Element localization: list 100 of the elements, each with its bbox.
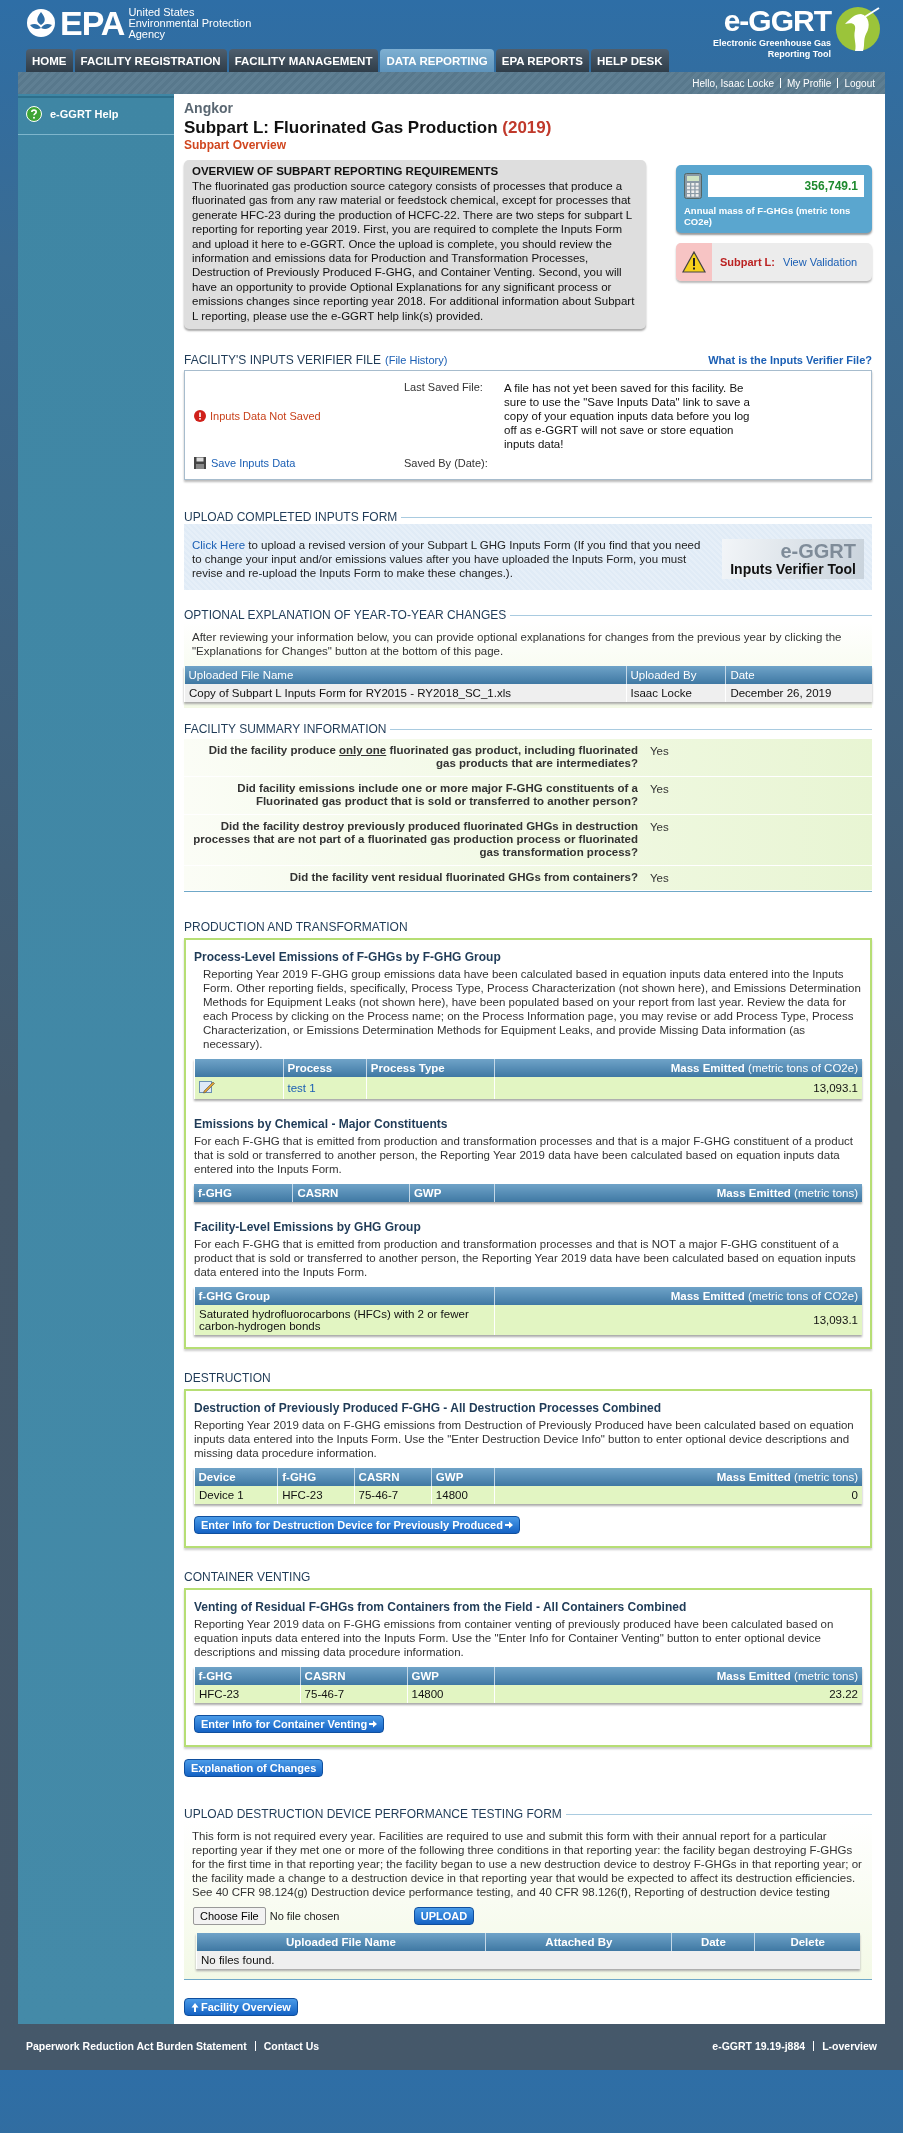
- column-header: Process Type: [366, 1059, 495, 1078]
- summary-question: Did facility emissions include one or more major F-GHG constituents of a Fluorinated gas product that is sold or transferred to another person?: [236, 782, 638, 809]
- column-header: CASRN: [354, 1468, 432, 1487]
- click-here-link[interactable]: Click Here: [192, 539, 246, 552]
- bird-emblem-icon: [833, 4, 883, 54]
- table-cell: December 26, 2019: [725, 684, 872, 703]
- summary-answer: Yes: [650, 782, 669, 798]
- section-text: This form is not required every year. Facilities are required to use and submit this form with their annual report for a particular reporting year if they met one or more of the following three conditions in that reporting year: the facility began destroying F-GHGs for the first time in that reporting year; the facility began to use a new destruction device to destroy F-GHGs in that reporting year; or the facility made a change to a destruction device in that reporting year that would be expected to affect its destruction efficiencies. See 40 CFR 98.124(g) Destruction device performance testing, and 40 CFR 98.126(f), Reporting of destruction device testing: [191, 1829, 863, 1900]
- tool-name: Inputs Verifier Tool: [730, 561, 856, 578]
- file-status: No file chosen: [269, 1910, 341, 1923]
- nav-tab[interactable]: FACILITY REGISTRATION: [74, 49, 227, 72]
- emissions-total-label: Annual mass of F-GHGs (metric tons CO2e): [684, 205, 852, 227]
- section-heading: FACILITY SUMMARY INFORMATION: [184, 722, 387, 737]
- upload-button[interactable]: UPLOAD: [413, 1907, 475, 1926]
- block-text: For each F-GHG that is emitted from production and transformation processes and that is NOT a major F-GHG constituent of a product that is sold or transferred to another person, the Reporting Year 2019 data have been calculated based on equation inputs data entered into the Inputs Form.: [194, 1237, 857, 1280]
- column-header: f-GHG: [194, 1667, 301, 1686]
- column-header: Mass Emitted (metric tons of CO2e): [494, 1287, 862, 1306]
- column-header: GWP: [407, 1667, 495, 1686]
- block-title: Venting of Residual F-GHGs from Containers from the Field - All Containers Combined: [194, 1600, 688, 1615]
- overview-heading: OVERVIEW OF SUBPART REPORTING REQUIREMENTS: [192, 165, 500, 177]
- column-header: f-GHG Group: [194, 1287, 495, 1306]
- field-label: Last Saved File:: [404, 381, 484, 396]
- summary-answer: Yes: [650, 744, 669, 760]
- footer-link[interactable]: Contact Us: [263, 2040, 320, 2053]
- user-link[interactable]: Logout: [844, 77, 875, 89]
- table-cell: Copy of Subpart L Inputs Form for RY2015 - RY2018_SC_1.xls: [184, 684, 627, 703]
- user-link[interactable]: My Profile: [786, 77, 832, 89]
- column-header: Uploaded File Name: [196, 1933, 486, 1952]
- block-text: Reporting Year 2019 F-GHG group emissions data have been calculated based in equation inputs data entered into the Inputs Form. Other reporting fields, specifically, Process Type, Process Characterization (not shown here), and Emissions Determination Methods for Equipment Leaks (not shown here), have been populated based on your report from last year. Review the data for each Process by clicking on the Process name; on the Process Information page, you may revise or add Process Type, Process Characterization, or Emissions Determination Methods for Equipment Leaks, and provide Missing Data information (as necessary).: [202, 967, 862, 1052]
- summary-answer: Yes: [650, 820, 669, 836]
- help-link[interactable]: What is the Inputs Verifier File?: [708, 354, 872, 367]
- summary-question: Did the facility destroy previously produced fluorinated GHGs in destruction processes that are not part of a fluorinated gas production process or fluorinated gas transformation process?: [192, 820, 638, 860]
- block-title: Emissions by Chemical - Major Constituents: [194, 1117, 449, 1132]
- explanation-button[interactable]: Explanation of Changes: [184, 1759, 324, 1778]
- section-heading: CONTAINER VENTING: [184, 1570, 312, 1585]
- column-header: Attached By: [485, 1933, 672, 1952]
- nav-tab[interactable]: EPA REPORTS: [495, 49, 589, 72]
- block-text: Reporting Year 2019 data on F-GHG emissions from Destruction of Previously Produced have been calculated based on equation inputs data entered into the Inputs Form. Use the "Enter Destruction Device Info" button to enter optional device descriptions and missing data procedure information.: [194, 1418, 855, 1461]
- page-subtitle: Subpart Overview: [184, 138, 288, 152]
- column-header: f-GHG: [277, 1468, 355, 1487]
- column-header: Date: [725, 666, 872, 685]
- block-text: Reporting Year 2019 data on F-GHG emissions from container venting of previously produced have been calculated based on equation inputs data entered into the Inputs Form. Use the "Enter Info for Container Venting" button to enter optional device descriptions and missing data procedure information.: [194, 1617, 835, 1660]
- column-header: Mass Emitted (metric tons): [494, 1667, 862, 1686]
- column-header: GWP: [431, 1468, 495, 1487]
- block-title: Facility-Level Emissions by GHG Group: [194, 1220, 422, 1235]
- table-cell: 14800: [431, 1486, 495, 1505]
- footer-link[interactable]: Paperwork Reduction Act Burden Statement: [26, 2040, 247, 2053]
- table-cell: 0: [494, 1486, 862, 1505]
- overview-text: The fluorinated gas production source category consists of processes that produce a fluorinated gas from any raw material or feedstock chemical, except for processes that generate HFC-23 during the production of HCFC-22. There are two steps for subpart L reporting for reporting year 2019. First, you are required to complete the Inputs Form and upload it here to e-GGRT. Once the upload is complete, you should review the information and emissions data for Production and Transformation Processes, Destruction of Previously Produced F-GHG, and Container Venting. Second, you will have an opportunity to provide Optional Explanations for any significant process or emissions changes since reporting year 2018. For additional information about Subpart L reporting, please use the e-GGRT help link(s) provided.: [192, 179, 636, 324]
- block-title: Destruction of Previously Produced F-GHG - All Destruction Processes Combined: [194, 1401, 662, 1416]
- save-status: Inputs Data Not Saved: [194, 381, 404, 452]
- table-cell: 75-46-7: [354, 1486, 432, 1505]
- footer-text: e-GGRT 19.19-j884: [712, 2040, 806, 2053]
- nav-tab[interactable]: FACILITY MANAGEMENT: [228, 49, 379, 72]
- enter-info-button[interactable]: Enter Info for Container Venting: [194, 1715, 385, 1734]
- column-header: GWP: [409, 1184, 495, 1203]
- choose-file-button[interactable]: Choose File: [193, 1907, 266, 1926]
- table-cell: Device 1: [194, 1486, 278, 1505]
- edit-document-icon[interactable]: [199, 1080, 215, 1095]
- nav-tab[interactable]: HOME: [26, 49, 73, 72]
- validation-label: Subpart L:: [720, 256, 775, 268]
- save-inputs-link[interactable]: Save Inputs Data: [194, 457, 404, 470]
- table-cell: 13,093.1: [494, 1305, 862, 1336]
- facility-overview-button[interactable]: Facility Overview: [184, 1998, 298, 2017]
- error-icon: [194, 410, 206, 423]
- enter-info-button[interactable]: Enter Info for Destruction Device for Previously Produced: [194, 1516, 520, 1535]
- arrow-right-icon: [369, 1720, 378, 1729]
- footer-text: L-overview: [822, 2040, 877, 2053]
- column-header: Date: [671, 1933, 755, 1952]
- process-link[interactable]: test 1: [287, 1082, 316, 1095]
- agency-logo: EPA: [60, 6, 125, 40]
- help-icon: [26, 106, 42, 122]
- section-heading: PRODUCTION AND TRANSFORMATION: [184, 920, 409, 935]
- column-header: Mass Emitted (metric tons): [494, 1468, 862, 1487]
- upload-text: Click Here to upload a revised version of your Subpart L GHG Inputs Form (If you find that you need to change your input and/or emissions values after you have uploaded the Inputs Form, you must revise and re-upload the Inputs Form to make these changes.).: [192, 538, 702, 581]
- app-name: Electronic Greenhouse Gas Reporting Tool: [712, 38, 831, 60]
- field-value: A file has not yet been saved for this facility. Be sure to use the "Save Inputs Data" link to save a copy of your equation inputs data before you log off as e-GGRT will not save or store equation inputs data!: [504, 381, 751, 452]
- column-header: Mass Emitted (metric tons of CO2e): [494, 1059, 862, 1078]
- block-title: Process-Level Emissions of F-GHGs by F-GHG Group: [194, 950, 502, 965]
- summary-question: Did the facility produce only one fluorinated gas product, including fluorinated gas products that are intermediates?: [207, 744, 638, 771]
- user-greeting: Hello, Isaac Locke: [692, 77, 774, 89]
- calculator-icon: [684, 173, 702, 199]
- summary-question: Did the facility vent residual fluorinated GHGs from containers?: [288, 871, 638, 885]
- column-header: f-GHG: [194, 1184, 293, 1203]
- section-heading: UPLOAD COMPLETED INPUTS FORM: [184, 510, 398, 525]
- section-heading: FACILITY'S INPUTS VERIFIER FILE: [184, 353, 381, 368]
- validation-link[interactable]: View Validation: [783, 256, 858, 268]
- arrow-up-icon: [191, 2002, 199, 2012]
- facility-name: Angkor: [184, 100, 234, 116]
- page-title: Subpart L: Fluorinated Gas Production (2019): [184, 118, 553, 138]
- nav-tab[interactable]: HELP DESK: [590, 49, 669, 72]
- section-text: After reviewing your information below, you can provide optional explanations for changes from the previous year by clicking the "Explanations for Changes" button at the bottom of this page.: [191, 630, 843, 659]
- table-cell: HFC-23: [194, 1685, 301, 1704]
- column-header: CASRN: [292, 1184, 410, 1203]
- column-header: CASRN: [300, 1667, 407, 1686]
- section-heading: UPLOAD DESTRUCTION DEVICE PERFORMANCE TESTING FORM: [184, 1807, 562, 1822]
- file-history-link[interactable]: (File History): [385, 354, 448, 367]
- arrow-right-icon: [504, 1521, 513, 1530]
- table-cell: 14800: [407, 1685, 495, 1704]
- emissions-total-value: 356,749.1: [708, 175, 864, 197]
